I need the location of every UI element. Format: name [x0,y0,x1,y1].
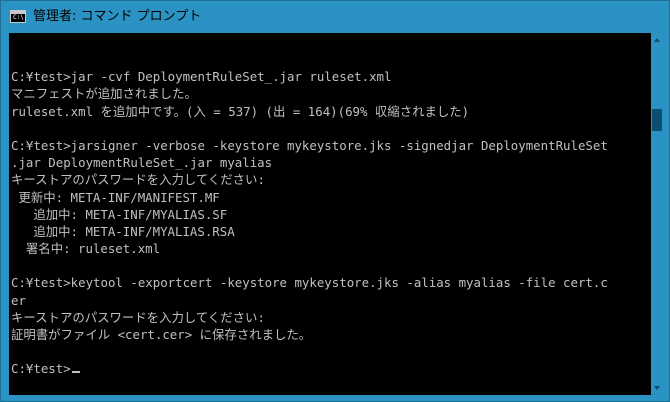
scroll-up-icon[interactable] [651,33,663,47]
console-line: .jar DeploymentRuleSet_.jar myalias [11,155,273,171]
console-line: ruleset.xml を追加中です。(入 = 537) (出 = 164)(6… [11,103,470,119]
command-prompt-window: C:\ 管理者: コマンド プロンプト C:¥test>jar -cvf Dep… [0,0,670,402]
console-line: 更新中: META-INF/MANIFEST.MF [11,189,220,205]
console-line: 署名中: ruleset.xml [11,241,161,257]
text-cursor [71,371,80,374]
scroll-down-icon[interactable] [651,381,663,395]
cmd-app-icon[interactable]: C:\ [10,10,26,23]
console-line: 追加中: META-INF/MYALIAS.SF [11,206,228,222]
window-title: 管理者: コマンド プロンプト [33,9,202,24]
console-output[interactable]: C:¥test>jar -cvf DeploymentRuleSet_.jar … [9,33,651,395]
vertical-scrollbar[interactable] [651,33,663,395]
scroll-thumb[interactable] [652,109,662,131]
console-line: 証明書がファイル <cert.cer> に保存されました。 [11,327,312,342]
cmd-icon-glyph: C:\ [13,14,24,21]
console-line: キーストアのパスワードを入力してください: [11,172,265,188]
console-line: C:¥test>keytool -exportcert -keystore my… [11,275,608,291]
console-line: C:¥test>jarsigner -verbose -keystore myk… [11,137,608,153]
console-line: C:¥test> [11,360,608,377]
console-line: マニフェストが追加されました。 [11,86,197,102]
console-line: er [11,292,26,308]
console-text: C:¥test>jar -cvf DeploymentRuleSet_.jar … [11,51,608,378]
console-line: C:¥test>jar -cvf DeploymentRuleSet_.jar … [11,69,392,85]
title-bar[interactable]: C:\ 管理者: コマンド プロンプト [1,1,669,33]
console-line: キーストアのパスワードを入力してください: [11,309,265,325]
console-line: 追加中: META-INF/MYALIAS.RSA [11,223,235,239]
